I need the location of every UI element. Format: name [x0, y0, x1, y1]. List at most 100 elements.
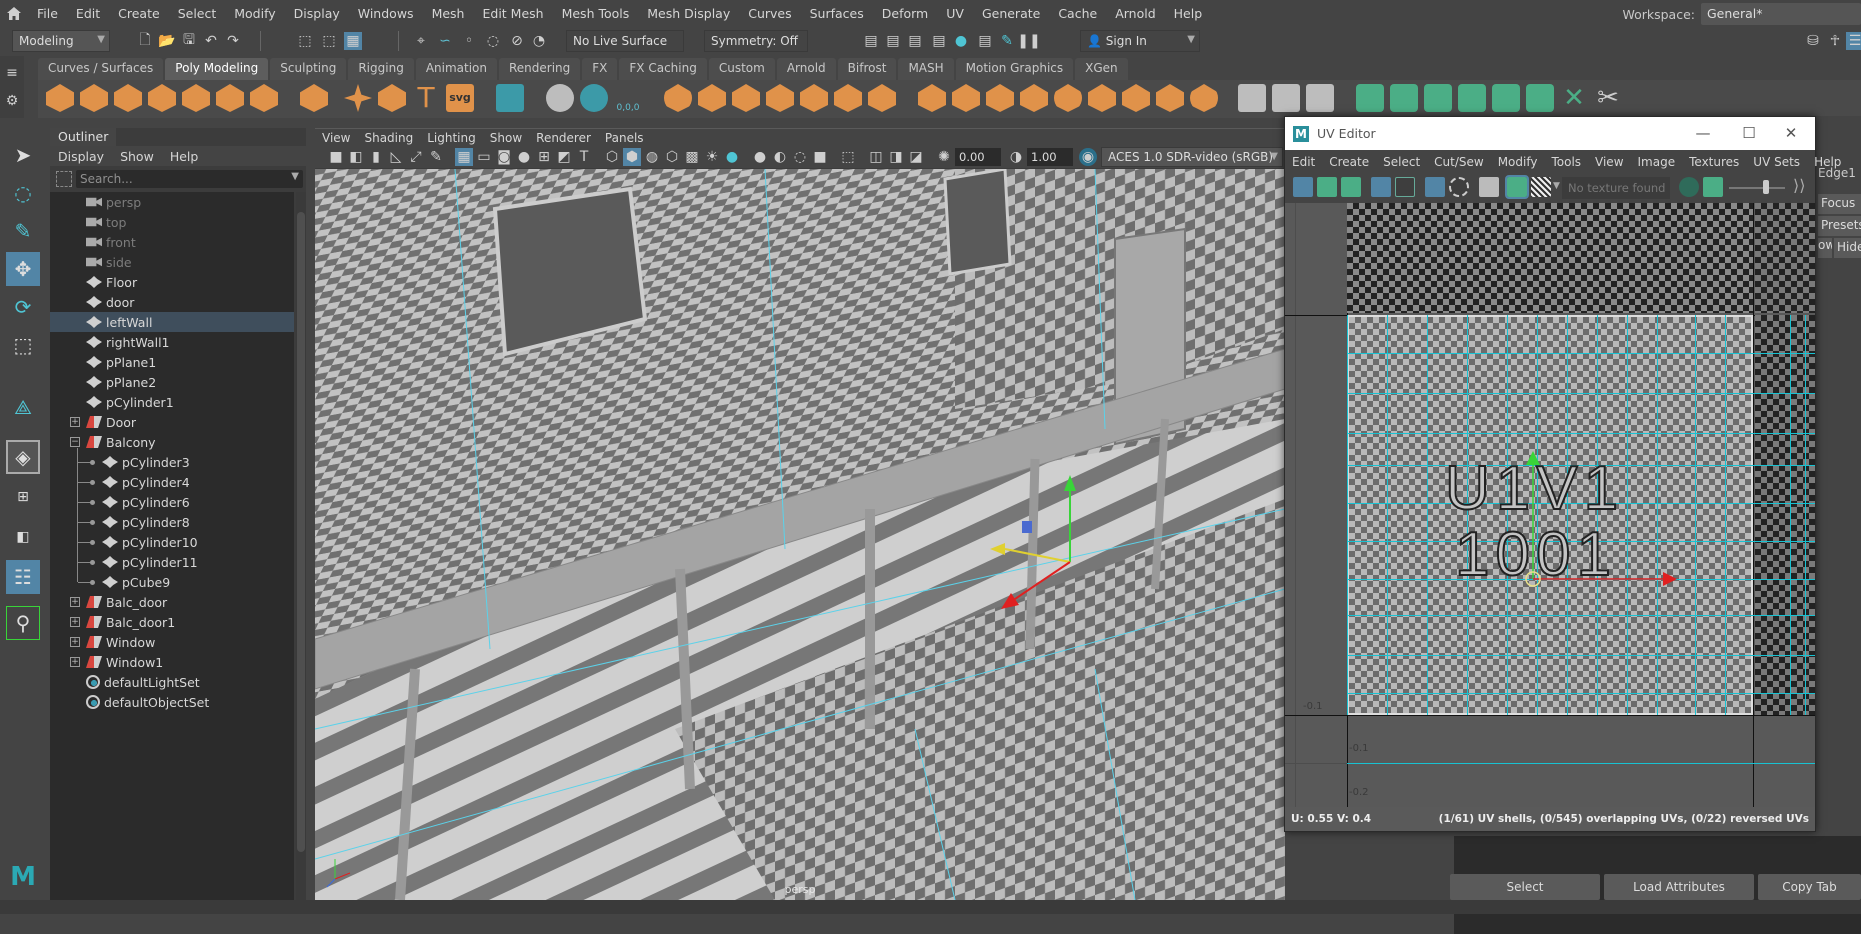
- expand-icon[interactable]: +: [70, 597, 80, 607]
- workspace-dropdown[interactable]: General*: [1701, 3, 1861, 25]
- outliner-item-pcylinder3[interactable]: pCylinder3: [50, 452, 294, 472]
- outliner-item-door[interactable]: door: [50, 292, 294, 312]
- combine-icon[interactable]: [664, 84, 692, 112]
- copy-tab-button[interactable]: Copy Tab: [1758, 874, 1861, 900]
- default-material-icon[interactable]: ◍: [643, 148, 661, 166]
- viewport-menu-lighting[interactable]: Lighting: [420, 131, 483, 145]
- pause-viewport-icon[interactable]: ❚❚: [1017, 32, 1040, 50]
- super-shape-icon[interactable]: [344, 84, 372, 112]
- offset-edge-loop-icon[interactable]: [1306, 84, 1334, 112]
- gamma-field[interactable]: 1.00: [1027, 148, 1073, 166]
- poly-plane-icon[interactable]: [216, 84, 244, 112]
- safe-action-icon[interactable]: ◩: [555, 148, 573, 166]
- paint-select-tool-icon[interactable]: ✎: [6, 214, 40, 248]
- uv-menu-tools[interactable]: Tools: [1544, 155, 1588, 169]
- color-space-dropdown[interactable]: ACES 1.0 SDR-video (sRGB) ▼: [1101, 147, 1283, 167]
- menu-edit-mesh[interactable]: Edit Mesh: [473, 6, 552, 21]
- uv-texture-space[interactable]: U1V1 1001 -0.1 -0.1 -0.2: [1285, 203, 1815, 807]
- image-ratio-icon[interactable]: [1703, 177, 1723, 197]
- poly-cylinder-icon[interactable]: [114, 84, 142, 112]
- bevel-icon[interactable]: [986, 84, 1014, 112]
- menu-generate[interactable]: Generate: [973, 6, 1049, 21]
- poly-cube-icon[interactable]: [80, 84, 108, 112]
- single-perspective-view-icon[interactable]: ◈: [6, 440, 40, 474]
- outliner-item-top[interactable]: top: [50, 212, 294, 232]
- ipr-render-icon[interactable]: ▤: [906, 32, 924, 50]
- outliner-item-pcube9[interactable]: pCube9: [50, 572, 294, 592]
- screen-space-ao-icon[interactable]: ●: [751, 148, 769, 166]
- xray-joints-icon[interactable]: ◨: [887, 148, 905, 166]
- uv-menu-create[interactable]: Create: [1322, 155, 1376, 169]
- motion-blur-icon[interactable]: ◐: [771, 148, 789, 166]
- shelf-tab-animation[interactable]: Animation: [415, 58, 497, 80]
- uv-menu-cut-sew[interactable]: Cut/Sew: [1427, 155, 1491, 169]
- type-tool-icon[interactable]: T: [412, 84, 440, 112]
- move-tool-icon[interactable]: ✥: [6, 252, 40, 286]
- menu-arnold[interactable]: Arnold: [1106, 6, 1164, 21]
- outliner-menu-show[interactable]: Show: [112, 149, 162, 164]
- outliner-vertical-scrollbar[interactable]: [296, 192, 306, 912]
- uv-menu-help[interactable]: Help: [1807, 155, 1848, 169]
- shelf-tab-curves-surfaces[interactable]: Curves / Surfaces: [38, 58, 164, 80]
- close-icon[interactable]: ✕: [1773, 121, 1809, 145]
- menu-deform[interactable]: Deform: [873, 6, 937, 21]
- outliner-item-pcylinder6[interactable]: pCylinder6: [50, 492, 294, 512]
- outliner-item-persp[interactable]: persp: [50, 192, 294, 212]
- grease-pencil-icon[interactable]: ✎: [427, 148, 445, 166]
- last-tool-icon[interactable]: ⟁: [6, 390, 40, 424]
- svg-tool-icon[interactable]: svg: [446, 84, 474, 112]
- uv-image-display-icon[interactable]: [1505, 175, 1529, 199]
- select-object-icon[interactable]: ⬚: [320, 32, 338, 50]
- render-history-icon[interactable]: ▤: [862, 32, 880, 50]
- bool-difference-icon[interactable]: [868, 84, 896, 112]
- shelf-table-icon[interactable]: [496, 84, 524, 112]
- uv-checker-icon[interactable]: [1341, 177, 1361, 197]
- outliner-menu-help[interactable]: Help: [162, 149, 207, 164]
- camera-attributes-icon[interactable]: ◧: [347, 148, 365, 166]
- time-slider-strip[interactable]: [0, 900, 1861, 914]
- render-view-icon[interactable]: ▤: [976, 32, 994, 50]
- menu-windows[interactable]: Windows: [349, 6, 423, 21]
- texture-field[interactable]: No texture found: [1562, 177, 1670, 199]
- outliner-item-leftwall[interactable]: leftWall: [50, 312, 294, 332]
- sew-uv-icon[interactable]: ✂: [1594, 84, 1622, 112]
- render-frame-icon[interactable]: ▤: [884, 32, 902, 50]
- expand-icon[interactable]: +: [70, 617, 80, 627]
- wedge-icon[interactable]: [1088, 84, 1116, 112]
- search-icon[interactable]: ⚲: [6, 606, 40, 640]
- snap-view-plane-icon[interactable]: ◌: [484, 32, 502, 50]
- chevron-down-icon[interactable]: ▼: [291, 171, 299, 182]
- outliner-item-balcony[interactable]: − Balcony: [50, 432, 294, 452]
- film-gate-icon[interactable]: ▭: [475, 148, 493, 166]
- shelf-menu-icon[interactable]: ≡: [3, 64, 21, 82]
- uv-menu-uv-sets[interactable]: UV Sets: [1746, 155, 1807, 169]
- light-editor-icon[interactable]: ✎: [998, 32, 1016, 50]
- outliner-item-balc-door[interactable]: + Balc_door: [50, 592, 294, 612]
- toolbar-expand-icon[interactable]: ⟩⟩: [1793, 176, 1805, 195]
- uv-menu-edit[interactable]: Edit: [1285, 155, 1322, 169]
- uv-editor-titlebar[interactable]: M UV Editor — ☐ ✕: [1285, 117, 1815, 150]
- exposure-slider-handle[interactable]: [1763, 180, 1769, 194]
- gate-mask-icon[interactable]: ●: [515, 148, 533, 166]
- shelf-tab-rigging[interactable]: Rigging: [348, 58, 414, 80]
- menu-help[interactable]: Help: [1165, 6, 1212, 21]
- character-controls-icon[interactable]: ☥: [1826, 32, 1844, 50]
- bookmark-icon[interactable]: ▮: [367, 148, 385, 166]
- uv-grid-icon[interactable]: [1371, 177, 1391, 197]
- smooth-icon[interactable]: [766, 84, 794, 112]
- automatic-map-icon[interactable]: [1458, 84, 1486, 112]
- viewport-menu-show[interactable]: Show: [483, 131, 529, 145]
- shelf-tab-xgen[interactable]: XGen: [1075, 58, 1128, 80]
- viewport-menu-view[interactable]: View: [315, 131, 357, 145]
- shelf-tab-mash[interactable]: MASH: [898, 58, 954, 80]
- viewport-3d-scene[interactable]: persp: [315, 169, 1285, 900]
- expand-icon[interactable]: +: [70, 637, 80, 647]
- undo-icon[interactable]: ↶: [202, 32, 220, 50]
- uv-menu-modify[interactable]: Modify: [1491, 155, 1545, 169]
- outliner-item-defaultlightset[interactable]: defaultLightSet: [50, 672, 294, 692]
- uv-menu-textures[interactable]: Textures: [1682, 155, 1746, 169]
- menu-curves[interactable]: Curves: [739, 6, 800, 21]
- hypershade-icon[interactable]: ●: [952, 32, 970, 50]
- home-icon[interactable]: [0, 0, 28, 27]
- uv-snapshot-camera-icon[interactable]: [1479, 177, 1499, 197]
